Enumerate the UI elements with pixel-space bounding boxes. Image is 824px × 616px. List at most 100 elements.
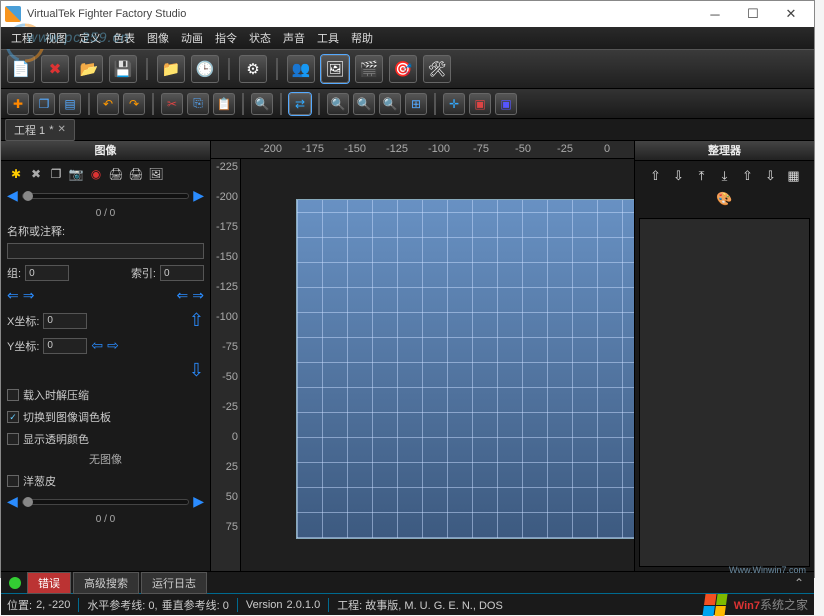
target-icon[interactable]: 🎯 [389, 55, 417, 83]
palette-icon[interactable]: 🎨 [716, 190, 734, 208]
delete-small-icon[interactable]: ✖ [27, 165, 45, 183]
move-left-icon[interactable]: ⇦ [91, 337, 103, 354]
menu-item[interactable]: 色表 [109, 28, 139, 48]
up2-icon[interactable]: ⇧ [739, 167, 757, 185]
maximize-button[interactable]: ☐ [734, 1, 772, 27]
print-icon[interactable]: 🖨 [107, 165, 125, 183]
prev-image-button[interactable]: ◀ [7, 187, 18, 204]
crosshair-icon[interactable]: ✛ [443, 93, 465, 115]
next-image-button[interactable]: ▶ [193, 187, 204, 204]
pos-label: 位置: [7, 597, 32, 613]
sort-icon[interactable]: ▦ [785, 167, 803, 185]
crop-icon[interactable]: ⊞ [405, 93, 427, 115]
menu-item[interactable]: 动画 [177, 28, 207, 48]
canvas[interactable] [241, 159, 634, 571]
group-prev-icon[interactable]: ⇐ [7, 287, 19, 304]
app-window: VirtualTek Fighter Factory Studio ─ ☐ ✕ … [0, 0, 815, 578]
palette-checkbox[interactable]: ✓ [7, 411, 19, 423]
tab-label: 工程 1 [14, 122, 45, 138]
new-file-icon[interactable]: 📄 [7, 55, 35, 83]
bottom-icon[interactable]: ⤓ [716, 167, 734, 185]
menu-item[interactable]: 图像 [143, 28, 173, 48]
image-icon[interactable]: 🖼 [321, 55, 349, 83]
move-down-icon[interactable]: ⇩ [189, 360, 204, 381]
down-icon[interactable]: ⇩ [670, 167, 688, 185]
layer2-icon[interactable]: ▣ [495, 93, 517, 115]
index-label: 索引: [131, 265, 156, 281]
index-prev-icon[interactable]: ⇐ [177, 287, 189, 304]
copy-small-icon[interactable]: ❐ [47, 165, 65, 183]
close-button[interactable]: ✕ [772, 1, 810, 27]
menu-item[interactable]: 帮助 [347, 28, 377, 48]
document-tab[interactable]: 工程 1 * ✕ [5, 119, 75, 141]
menu-item[interactable]: 定义 [75, 28, 105, 48]
undo-icon[interactable]: ↶ [97, 93, 119, 115]
film-icon[interactable]: 🎬 [355, 55, 383, 83]
tab-run-log[interactable]: 运行日志 [141, 572, 207, 594]
tab-close-icon[interactable]: ✕ [57, 124, 65, 135]
save-icon[interactable]: 💾 [109, 55, 137, 83]
zoom-reset-icon[interactable]: 🔍 [353, 93, 375, 115]
tools-icon[interactable]: 🛠 [423, 55, 451, 83]
tab-advanced-search[interactable]: 高级搜索 [73, 572, 139, 594]
tab-error[interactable]: 错误 [27, 572, 71, 594]
group-next-icon[interactable]: ⇒ [23, 287, 35, 304]
add-icon[interactable]: ✱ [7, 165, 25, 183]
settings-icon[interactable]: ⚙ [239, 55, 267, 83]
ruler-horizontal: -200-175-150-125-100-75-50-250 [211, 141, 634, 159]
delete-icon[interactable]: ✖ [41, 55, 69, 83]
cam-icon[interactable]: 📷 [67, 165, 85, 183]
transparent-checkbox[interactable] [7, 433, 19, 445]
rec-icon[interactable]: ◉ [87, 165, 105, 183]
onion-next-button[interactable]: ▶ [193, 493, 204, 510]
move-up-icon[interactable]: ⇧ [189, 310, 204, 331]
windows-logo-icon [702, 594, 727, 616]
paste-icon[interactable]: ▤ [59, 93, 81, 115]
zoom-out-icon[interactable]: 🔍 [327, 93, 349, 115]
top-icon[interactable]: ⤒ [693, 167, 711, 185]
image-count: 0 / 0 [7, 208, 204, 219]
onion-prev-button[interactable]: ◀ [7, 493, 18, 510]
dup-icon[interactable]: ❐ [33, 93, 55, 115]
users-icon[interactable]: 👥 [287, 55, 315, 83]
menu-item[interactable]: 指令 [211, 28, 241, 48]
menu-item[interactable]: 工程 [7, 28, 37, 48]
menu-item[interactable]: 声音 [279, 28, 309, 48]
move-right-icon[interactable]: ⇨ [107, 337, 119, 354]
print2-icon[interactable]: 🖨 [127, 165, 145, 183]
down2-icon[interactable]: ⇩ [762, 167, 780, 185]
redo-icon[interactable]: ↷ [123, 93, 145, 115]
zoom-fit-icon[interactable]: 🔍 [251, 93, 273, 115]
minimize-button[interactable]: ─ [696, 1, 734, 27]
zoom-in-icon[interactable]: 🔍 [379, 93, 401, 115]
save-time-icon[interactable]: 🕒 [191, 55, 219, 83]
swap-icon[interactable]: ⇄ [289, 93, 311, 115]
picture-icon[interactable]: 🖼 [147, 165, 165, 183]
status-bar: 位置: 2, -220 水平参考线: 0, 垂直参考线: 0 Version 2… [1, 593, 814, 615]
clipboard-icon[interactable]: 📋 [213, 93, 235, 115]
copy-icon[interactable]: ⎘ [187, 93, 209, 115]
canvas-area: -200-175-150-125-100-75-50-250 -225-200-… [211, 141, 634, 571]
toolbar-main: 📄✖📂💾 📁🕒 ⚙ 👥🖼🎬🎯🛠 [1, 49, 814, 89]
group-input[interactable] [25, 265, 69, 281]
layer1-icon[interactable]: ▣ [469, 93, 491, 115]
panel-collapse-icon[interactable]: ⌃ [788, 576, 810, 590]
decompress-checkbox[interactable] [7, 389, 19, 401]
folder-time-icon[interactable]: 📁 [157, 55, 185, 83]
name-input[interactable] [7, 243, 204, 259]
open-icon[interactable]: 📂 [75, 55, 103, 83]
up-icon[interactable]: ⇧ [647, 167, 665, 185]
cut-icon[interactable]: ✂ [161, 93, 183, 115]
index-next-icon[interactable]: ⇒ [192, 287, 204, 304]
index-input[interactable] [160, 265, 204, 281]
image-slider[interactable] [22, 193, 189, 199]
new-sprite-icon[interactable]: ✚ [7, 93, 29, 115]
menu-item[interactable]: 视图 [41, 28, 71, 48]
menu-item[interactable]: 工具 [313, 28, 343, 48]
pos-value: 2, -220 [36, 599, 70, 611]
y-input[interactable] [43, 338, 87, 354]
onion-checkbox[interactable] [7, 475, 19, 487]
x-input[interactable] [43, 313, 87, 329]
onion-slider[interactable] [22, 499, 189, 505]
menu-item[interactable]: 状态 [245, 28, 275, 48]
